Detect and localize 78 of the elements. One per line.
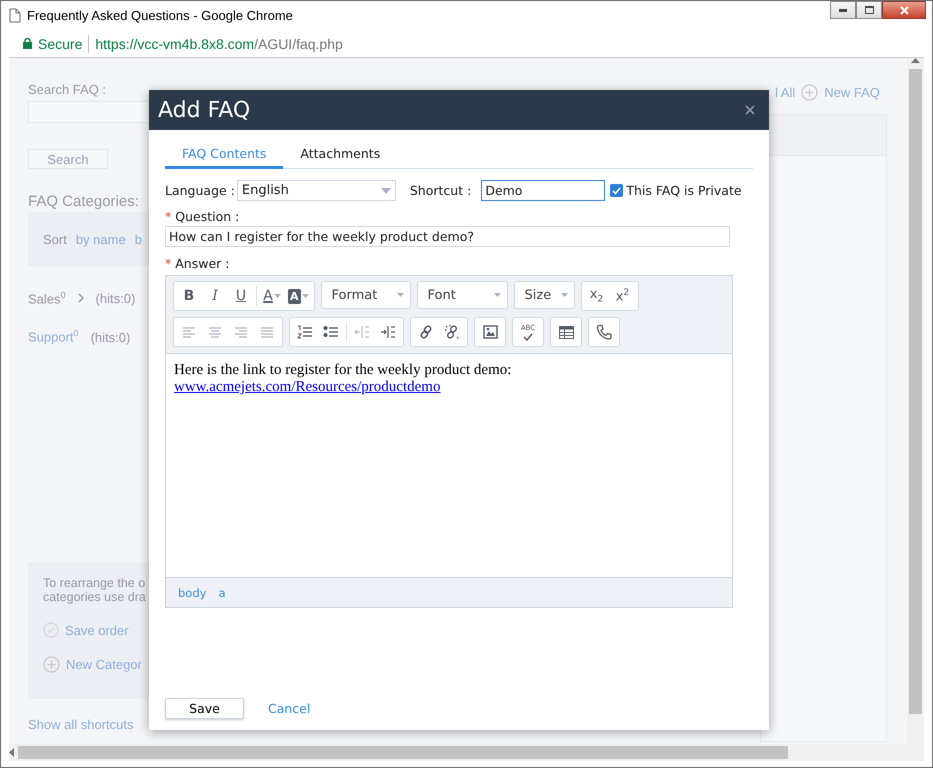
numbered-list-icon [297,325,313,339]
scroll-left-icon [9,748,14,757]
answer-label: Answer : [175,256,230,271]
caret-icon [274,294,281,298]
category-hits: (hits:0) [96,291,136,306]
close-button[interactable] [882,1,926,19]
check-icon [523,332,533,340]
sort-label: Sort [43,232,67,246]
scroll-up-icon [911,58,920,63]
align-right-icon [234,326,248,338]
dropdown-arrow-icon [380,188,391,194]
check-circle-icon [43,622,59,638]
private-label: This FAQ is Private [626,183,742,198]
close-icon [900,6,908,14]
shortcut-field[interactable]: Demo [481,180,606,201]
check-icon [612,186,622,194]
question-field[interactable]: How can I register for the weekly product demo? [165,226,730,247]
italic-button[interactable]: I [202,283,228,309]
tab[interactable]: FAQ Contents [165,142,284,169]
category-hits: (hits:0) [90,330,130,345]
background-color-button[interactable]: A [285,283,312,309]
dropdown-arrow-icon [494,293,501,297]
horizontal-scrollbar[interactable] [9,744,924,761]
caret-icon [302,294,309,298]
indent-icon [380,325,396,339]
dropdown-arrow-icon [560,293,568,297]
image-icon [482,325,498,339]
language-select[interactable]: English [236,180,396,201]
answer-link[interactable]: www.acmejets.com/Resources/productdemo [174,379,440,395]
required-mark: * [165,256,172,271]
answer-editor[interactable]: Here is the link to register for the weekly product demo: www.acmejets.com/Resources/productdemo [166,354,732,577]
underline-button[interactable]: U [228,283,254,309]
maximize-button[interactable] [856,1,882,19]
justify-icon [260,326,274,338]
close-icon [745,105,755,115]
format-dropdown[interactable]: Format [320,281,411,309]
link-icon [419,325,433,339]
shortcut-label: Shortcut : [410,183,472,198]
tab[interactable]: Attachments [283,142,398,169]
text-color-button[interactable]: A [259,283,285,309]
address-url[interactable]: https://vcc-vm4b.8x8.com/AGUI/faq.php [95,36,343,52]
align-left-icon [182,326,196,338]
bold-button[interactable]: B [176,283,202,309]
outdent-icon [354,325,370,339]
plus-circle-icon [801,84,818,101]
page-icon [9,8,21,23]
bullet-list-icon [323,325,339,339]
close-button[interactable] [745,105,755,115]
minimize-button[interactable] [830,1,856,19]
window-title: Frequently Asked Questions - Google Chrome [27,8,294,23]
font-dropdown[interactable]: Font [416,281,508,309]
lock-icon [23,38,32,49]
dialog-title: Add FAQ [158,98,250,122]
maximize-icon [864,6,874,14]
search-label: Search FAQ : [28,82,108,97]
answer-text: Here is the link to register for the weekly product demo: [174,362,512,379]
cancel-link[interactable]: Cancel [268,701,310,716]
question-label: Question : [175,209,240,224]
size-dropdown[interactable]: Size [514,281,575,309]
help-text: To rearrange the o [43,576,146,590]
plus-circle-icon [43,656,60,673]
help-text: categories use dra [43,590,146,604]
phone-icon [596,324,612,340]
dropdown-arrow-icon [396,293,404,297]
align-center-icon [208,326,222,338]
save-button[interactable]: Save [165,698,244,719]
table-icon [558,326,574,338]
categories-title: FAQ Categories: [28,193,140,210]
private-checkbox[interactable] [610,184,624,197]
vertical-scrollbar[interactable] [907,58,924,744]
minimize-icon [839,8,847,12]
subscript-button[interactable]: x$_{2}$ [584,283,610,309]
unlink-icon [444,324,460,340]
required-mark: * [165,209,172,224]
language-label: Language : [165,183,235,198]
search-field[interactable] [28,101,150,123]
security-label: Secure [38,36,82,52]
superscript-button[interactable]: x$^{2}$ [610,283,636,309]
